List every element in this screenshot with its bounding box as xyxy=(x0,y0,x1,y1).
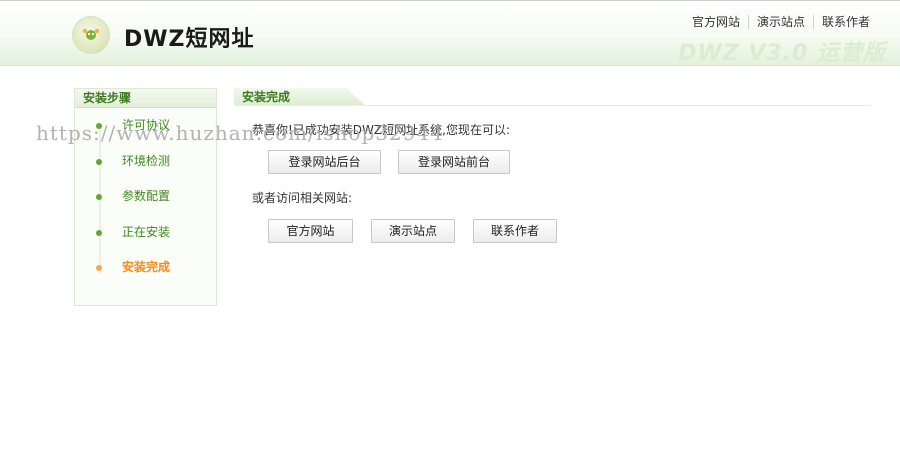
tab-install-complete: 安装完成 xyxy=(234,88,366,106)
demo-site-button[interactable]: 演示站点 xyxy=(371,219,455,243)
official-site-button[interactable]: 官方网站 xyxy=(268,219,353,243)
top-links: 官方网站 演示站点 联系作者 xyxy=(684,13,878,30)
logo-icon xyxy=(72,16,110,54)
step-license: 许可协议 xyxy=(75,108,216,144)
install-steps-panel: 安装步骤 许可协议 环境检测 参数配置 正在安装 安装完成 xyxy=(74,88,217,306)
step-installing: 正在安装 xyxy=(75,215,216,251)
login-frontend-button[interactable]: 登录网站前台 xyxy=(398,150,510,174)
step-label: 许可协议 xyxy=(122,118,171,132)
step-dot-icon xyxy=(96,123,102,129)
step-dot-icon xyxy=(96,158,102,165)
contact-author-button[interactable]: 联系作者 xyxy=(473,219,557,243)
step-label: 环境检测 xyxy=(122,153,171,168)
contact-author-link[interactable]: 联系作者 xyxy=(812,15,878,29)
header: DWZ短网址 官方网站 演示站点 联系作者 DWZ V3.0 运营版 xyxy=(0,0,900,66)
step-label: 安装完成 xyxy=(122,260,171,274)
step-config: 参数配置 xyxy=(75,179,216,215)
logo-text: DWZ短网址 xyxy=(124,27,255,52)
login-admin-button[interactable]: 登录网站后台 xyxy=(268,150,381,174)
step-dot-icon xyxy=(96,229,102,236)
install-steps-list: 许可协议 环境检测 参数配置 正在安装 安装完成 xyxy=(75,108,216,286)
divider xyxy=(234,105,870,106)
step-label: 正在安装 xyxy=(122,224,171,239)
step-env-check: 环境检测 xyxy=(75,144,216,180)
step-dot-icon xyxy=(96,194,102,200)
version-watermark: DWZ V3.0 运营版 xyxy=(678,41,886,66)
official-site-link[interactable]: 官方网站 xyxy=(684,15,748,29)
related-sites-label: 或者访问相关网站: xyxy=(252,191,353,205)
demo-site-link[interactable]: 演示站点 xyxy=(747,15,813,29)
step-complete: 安装完成 xyxy=(75,250,216,286)
install-steps-title: 安装步骤 xyxy=(75,89,216,108)
step-label: 参数配置 xyxy=(122,189,171,203)
step-dot-icon xyxy=(96,265,102,271)
success-message: 恭喜你!已成功安装DWZ短网址系统,您现在可以: xyxy=(252,123,510,137)
